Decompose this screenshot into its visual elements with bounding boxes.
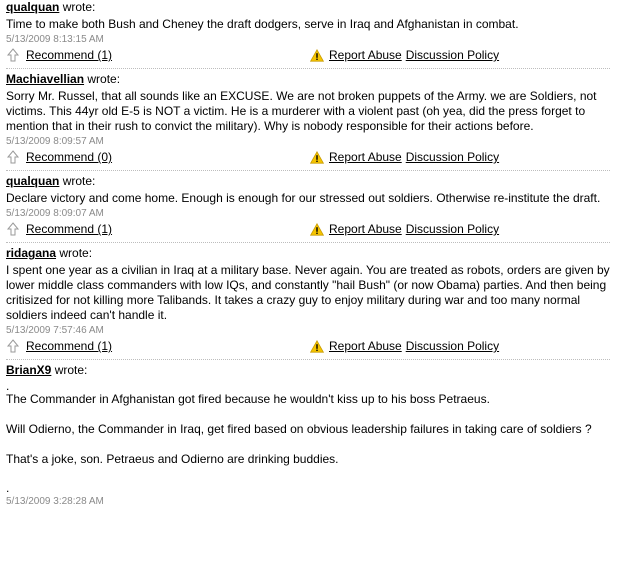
report-abuse-control[interactable]: Report Abuse Discussion Policy bbox=[309, 149, 499, 165]
wrote-label: wrote: bbox=[62, 0, 96, 14]
discussion-policy-link[interactable]: Discussion Policy bbox=[406, 149, 499, 165]
comment-actions: Recommend (1) Report Abuse Discussion Poli… bbox=[6, 221, 610, 237]
comment-body: Declare victory and come home. Enough is… bbox=[6, 191, 610, 206]
comment-body: Sorry Mr. Russel, that all sounds like a… bbox=[6, 89, 610, 134]
comment-header: ridagana wrote: bbox=[6, 246, 610, 261]
thumbs-up-arrow-icon[interactable] bbox=[6, 339, 20, 353]
comment-text: I spent one year as a civilian in Iraq a… bbox=[6, 263, 610, 322]
comment-timestamp: 5/13/2009 7:57:46 AM bbox=[6, 325, 104, 336]
comment-dot: . bbox=[6, 481, 10, 495]
warning-triangle-icon bbox=[309, 150, 325, 164]
comment-actions: Recommend (1) Report Abuse Discussion Poli… bbox=[6, 47, 610, 63]
thumbs-up-arrow-icon[interactable] bbox=[6, 150, 20, 164]
discussion-policy-link[interactable]: Discussion Policy bbox=[406, 338, 499, 354]
comment-text: Time to make both Bush and Cheney the dr… bbox=[6, 17, 519, 31]
wrote-label: wrote: bbox=[59, 246, 93, 260]
comment-body: I spent one year as a civilian in Iraq a… bbox=[6, 263, 610, 323]
comment-timestamp: 5/13/2009 3:28:28 AM bbox=[6, 496, 104, 507]
comment-header: qualquan wrote: bbox=[6, 174, 610, 189]
comment-timestamp: 5/13/2009 8:13:15 AM bbox=[6, 34, 104, 45]
comment-actions: Recommend (1) Report Abuse Discussion Poli… bbox=[6, 338, 610, 354]
warning-triangle-icon bbox=[309, 222, 325, 236]
report-abuse-link[interactable]: Report Abuse bbox=[329, 338, 402, 354]
comment-item: ridagana wrote: I spent one year as a civ… bbox=[6, 243, 610, 360]
comment-author-link[interactable]: BrianX9 bbox=[6, 363, 51, 377]
report-abuse-control[interactable]: Report Abuse Discussion Policy bbox=[309, 47, 499, 63]
comment-actions: Recommend (0) Report Abuse Discussion Poli… bbox=[6, 149, 610, 165]
comment-author-link[interactable]: Machiavellian bbox=[6, 72, 84, 86]
comment-text: Sorry Mr. Russel, that all sounds like a… bbox=[6, 89, 597, 133]
recommend-control[interactable]: Recommend (1) bbox=[6, 338, 112, 354]
recommend-link[interactable]: Recommend (1) bbox=[26, 47, 112, 63]
recommend-control[interactable]: Recommend (0) bbox=[6, 149, 112, 165]
comment-item: qualquan wrote: Declare victory and come … bbox=[6, 171, 610, 243]
wrote-label: wrote: bbox=[87, 72, 121, 86]
thumbs-up-arrow-icon[interactable] bbox=[6, 48, 20, 62]
recommend-link[interactable]: Recommend (0) bbox=[26, 149, 112, 165]
warning-triangle-icon bbox=[309, 339, 325, 353]
wrote-label: wrote: bbox=[62, 174, 96, 188]
recommend-control[interactable]: Recommend (1) bbox=[6, 221, 112, 237]
warning-triangle-icon bbox=[309, 48, 325, 62]
comment-author-link[interactable]: ridagana bbox=[6, 246, 56, 260]
comment-author-link[interactable]: qualquan bbox=[6, 0, 59, 14]
comment-timestamp: 5/13/2009 8:09:57 AM bbox=[6, 136, 104, 147]
comment-item: Machiavellian wrote: Sorry Mr. Russel, th… bbox=[6, 69, 610, 171]
comment-text: The Commander in Afghanistan got fired b… bbox=[6, 392, 490, 406]
recommend-link[interactable]: Recommend (1) bbox=[26, 221, 112, 237]
comment-text: Will Odierno, the Commander in Iraq, get… bbox=[6, 422, 592, 436]
thumbs-up-arrow-icon[interactable] bbox=[6, 222, 20, 236]
comment-header: qualquan wrote: bbox=[6, 0, 610, 15]
comment-item: BrianX9 wrote:. The Commander in Afghanis… bbox=[6, 360, 610, 513]
report-abuse-link[interactable]: Report Abuse bbox=[329, 221, 402, 237]
report-abuse-link[interactable]: Report Abuse bbox=[329, 47, 402, 63]
report-abuse-control[interactable]: Report Abuse Discussion Policy bbox=[309, 338, 499, 354]
comments-list: qualquan wrote: Time to make both Bush an… bbox=[0, 0, 610, 513]
comment-text: Declare victory and come home. Enough is… bbox=[6, 191, 601, 205]
wrote-label: wrote: bbox=[54, 363, 88, 377]
comment-author-link[interactable]: qualquan bbox=[6, 174, 59, 188]
comment-header: Machiavellian wrote: bbox=[6, 72, 610, 87]
discussion-policy-link[interactable]: Discussion Policy bbox=[406, 47, 499, 63]
discussion-policy-link[interactable]: Discussion Policy bbox=[406, 221, 499, 237]
comment-dot: . bbox=[6, 379, 10, 393]
comment-body: . The Commander in Afghanistan got fired … bbox=[6, 380, 610, 494]
comment-item: qualquan wrote: Time to make both Bush an… bbox=[6, 0, 610, 69]
comment-body: Time to make both Bush and Cheney the dr… bbox=[6, 17, 610, 32]
comment-text: That's a joke, son. Petraeus and Odierno… bbox=[6, 452, 339, 466]
recommend-link[interactable]: Recommend (1) bbox=[26, 338, 112, 354]
report-abuse-link[interactable]: Report Abuse bbox=[329, 149, 402, 165]
comment-timestamp: 5/13/2009 8:09:07 AM bbox=[6, 208, 104, 219]
recommend-control[interactable]: Recommend (1) bbox=[6, 47, 112, 63]
report-abuse-control[interactable]: Report Abuse Discussion Policy bbox=[309, 221, 499, 237]
comment-header: BrianX9 wrote: bbox=[6, 363, 610, 378]
